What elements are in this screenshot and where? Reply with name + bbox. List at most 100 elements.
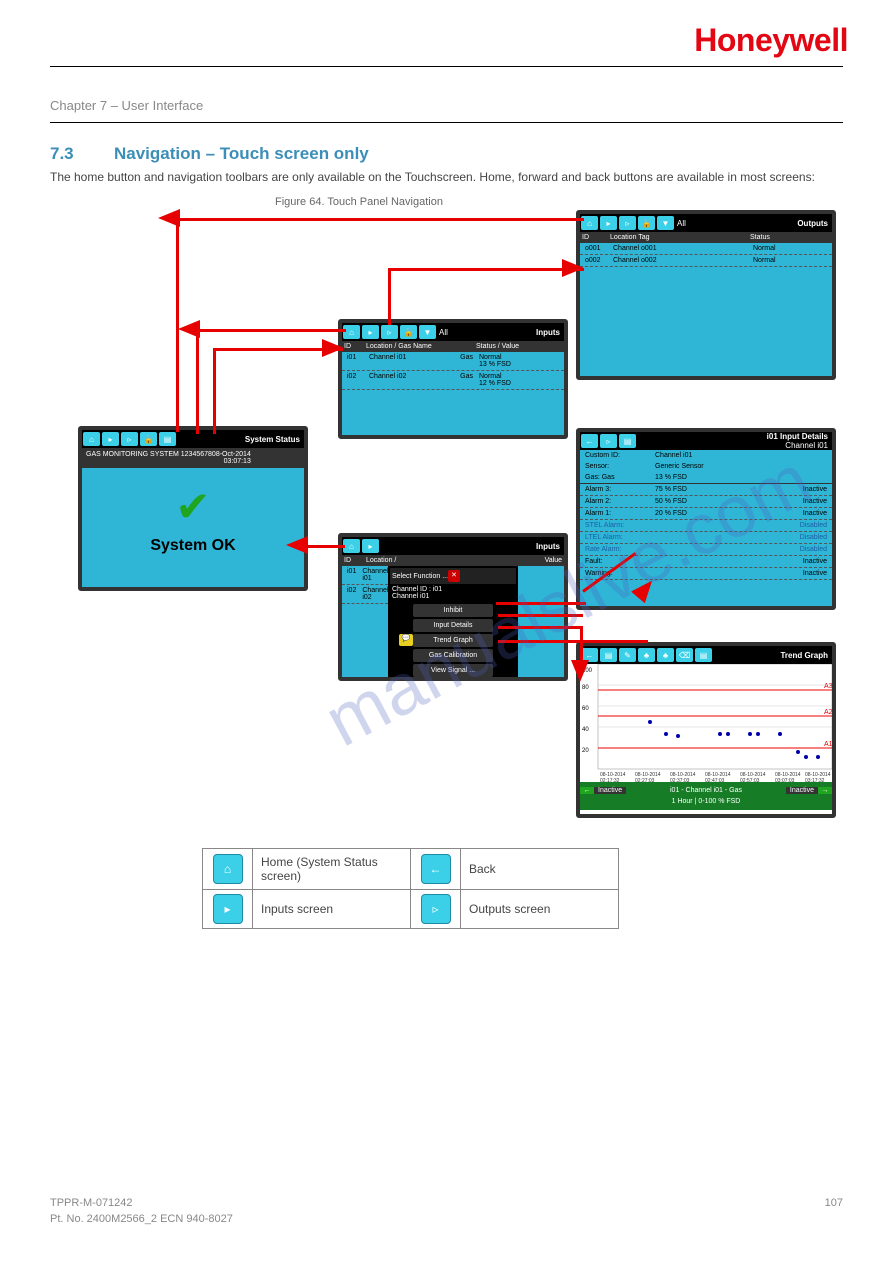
dialog-title: Select Function ... — [392, 573, 448, 580]
col-loc: Location Tag — [610, 234, 750, 241]
rule-under-chapter — [50, 122, 843, 123]
table-row[interactable]: i01 Channel i01 Gas Normal13 % FSD — [342, 352, 564, 371]
lock-icon-btn[interactable]: 🔒 — [140, 432, 157, 446]
close-icon[interactable]: ✕ — [448, 570, 460, 582]
filter-icon-btn[interactable]: ▼ — [657, 216, 674, 230]
section-title: Navigation – Touch screen only — [114, 144, 369, 164]
col-stat: Status / Value — [476, 343, 519, 350]
screen-title1: i01 Input Details — [767, 432, 828, 441]
inhibit-button[interactable]: Inhibit — [413, 604, 493, 617]
body-paragraph: The home button and navigation toolbars … — [50, 170, 830, 186]
gas-calibration-button[interactable]: Gas Calibration — [413, 649, 493, 662]
screen-inputs-dialog: ⌂ ▸ Inputs ID Location / Value i01Channe… — [338, 533, 568, 681]
tool-icon-btn[interactable]: ⌫ — [676, 648, 693, 662]
svg-text:02:17:32: 02:17:32 — [600, 778, 620, 782]
cal-icon-btn[interactable]: ♣ — [638, 648, 655, 662]
status-text: System OK — [82, 537, 304, 555]
svg-text:40: 40 — [582, 727, 589, 733]
inputs-icon-btn[interactable]: ▸ — [600, 216, 617, 230]
brand-logo: Honeywell — [694, 22, 848, 59]
next-arrow-btn[interactable]: → — [818, 787, 832, 794]
outputs-icon-btn[interactable]: ▹ — [121, 432, 138, 446]
date-label: 08-Oct-2014 — [212, 451, 251, 458]
figure-caption: Figure 64. Touch Panel Navigation — [275, 196, 443, 208]
screen-title: Trend Graph — [780, 651, 828, 660]
table-row[interactable]: o001 Channel o001 Normal — [580, 243, 832, 255]
graph-footer-1: i01 - Channel i01 - Gas — [626, 787, 786, 794]
svg-text:60: 60 — [582, 706, 589, 712]
cal-icon-btn[interactable]: ♣ — [657, 648, 674, 662]
legend-outputs-label: Outputs screen — [461, 890, 619, 929]
detail-row: Rate Alarm:Disabled — [580, 544, 832, 556]
svg-text:A2: A2 — [824, 709, 832, 716]
inputs-icon-btn[interactable]: ▸ — [102, 432, 119, 446]
svg-text:02:37:03: 02:37:03 — [670, 778, 690, 782]
home-icon-btn[interactable]: ⌂ — [343, 539, 360, 553]
time-label: 03:07:13 — [212, 458, 251, 465]
col-loc: Location / — [366, 557, 426, 564]
svg-text:A1: A1 — [824, 741, 832, 748]
detail-row: Alarm 3:75 % FSDInactive — [580, 484, 832, 496]
rule-top — [50, 66, 843, 67]
detail-row: STEL Alarm:Disabled — [580, 520, 832, 532]
filter-all-label: All — [677, 219, 686, 228]
lock-icon-btn[interactable]: 🔒 — [400, 325, 417, 339]
chapter-label: Chapter 7 – User Interface — [50, 98, 203, 113]
col-id: ID — [344, 343, 366, 350]
legend-home-label: Home (System Status screen) — [253, 849, 411, 890]
prev-arrow-btn[interactable]: ← — [580, 787, 594, 794]
table-row[interactable]: i02 Channel i02 Gas Normal12 % FSD — [342, 371, 564, 390]
svg-text:20: 20 — [582, 748, 589, 754]
col-status: Status — [750, 234, 770, 241]
system-name: GAS MONITORING SYSTEM 12345678 — [86, 451, 212, 465]
detail-row: Gas: Gas13 % FSD — [580, 472, 832, 484]
input-details-button[interactable]: Input Details — [413, 619, 493, 632]
detail-row: Sensor:Generic Sensor — [580, 461, 832, 472]
home-icon-btn[interactable]: ⌂ — [83, 432, 100, 446]
home-icon: ⌂ — [213, 854, 243, 884]
screen-outputs: ⌂ ▸ ▹ 🔒 ▼ All Outputs ID Location Tag St… — [576, 210, 836, 380]
svg-text:02:47:03: 02:47:03 — [705, 778, 725, 782]
table-row[interactable]: o002 Channel o002 Normal — [580, 255, 832, 267]
back-icon-btn[interactable]: ← — [581, 434, 598, 448]
screen-input-details: ← ▹ ▤ i01 Input Details Channel i01 Cust… — [576, 428, 836, 610]
table-row[interactable]: i02Channel i02 — [342, 585, 388, 604]
trend-plot: A3 A2 A1 100 80 60 40 20 08-10-2014 08-1… — [580, 664, 832, 782]
legend-inputs-label: Inputs screen — [253, 890, 411, 929]
outputs-icon-btn[interactable]: ▹ — [619, 216, 636, 230]
tool-icon-btn[interactable]: ▤ — [695, 648, 712, 662]
outputs-icon-btn[interactable]: ▹ — [600, 434, 617, 448]
screen-trend-graph: ← ▤ ✎ ♣ ♣ ⌫ ▤ Trend Graph A3 A2 A1 1 — [576, 642, 836, 818]
home-icon-btn[interactable]: ⌂ — [343, 325, 360, 339]
channel-name-label: Channel i01 — [392, 593, 514, 600]
footer-doc-id: TPPR-M-071242 — [50, 1197, 133, 1209]
tool-icon-btn[interactable]: ▤ — [159, 432, 176, 446]
filter-all-label: All — [439, 328, 448, 337]
detail-row: Alarm 1:20 % FSDInactive — [580, 508, 832, 520]
filter-icon-btn[interactable]: ▼ — [419, 325, 436, 339]
svg-text:02:57:03: 02:57:03 — [740, 778, 760, 782]
tool-icon-btn[interactable]: ✎ — [619, 648, 636, 662]
inputs-icon-btn[interactable]: ▸ — [362, 325, 379, 339]
tool-icon-btn[interactable]: ▤ — [600, 648, 617, 662]
screen-title: System Status — [245, 435, 300, 444]
screen-system-status: ⌂ ▸ ▹ 🔒 ▤ System Status GAS MONITORING S… — [78, 426, 308, 591]
table-row[interactable]: i01Channel i01 — [342, 566, 388, 585]
trend-graph-button[interactable]: 💬 Trend Graph — [413, 634, 493, 647]
navigation-diagram: ⌂ ▸ ▹ 🔒 ▼ All Outputs ID Location Tag St… — [78, 210, 838, 826]
view-signal-button[interactable]: View Signal ... — [413, 664, 493, 677]
col-val: Value — [545, 557, 562, 564]
col-loc: Location / Gas Name — [366, 343, 476, 350]
tool-icon-btn[interactable]: ▤ — [619, 434, 636, 448]
section-number: 7.3 — [50, 144, 74, 164]
svg-text:80: 80 — [582, 685, 589, 691]
graph-footer-2: 1 Hour | 0-100 % FSD — [580, 798, 832, 810]
outputs-icon: ▹ — [421, 894, 451, 924]
detail-row: Custom ID:Channel i01 — [580, 450, 832, 461]
inputs-icon-btn[interactable]: ▸ — [362, 539, 379, 553]
col-id: ID — [582, 234, 610, 241]
inactive-label-left: Inactive — [594, 787, 626, 794]
lock-icon-btn[interactable]: 🔒 — [638, 216, 655, 230]
detail-row: Alarm 2:50 % FSDInactive — [580, 496, 832, 508]
outputs-icon-btn[interactable]: ▹ — [381, 325, 398, 339]
